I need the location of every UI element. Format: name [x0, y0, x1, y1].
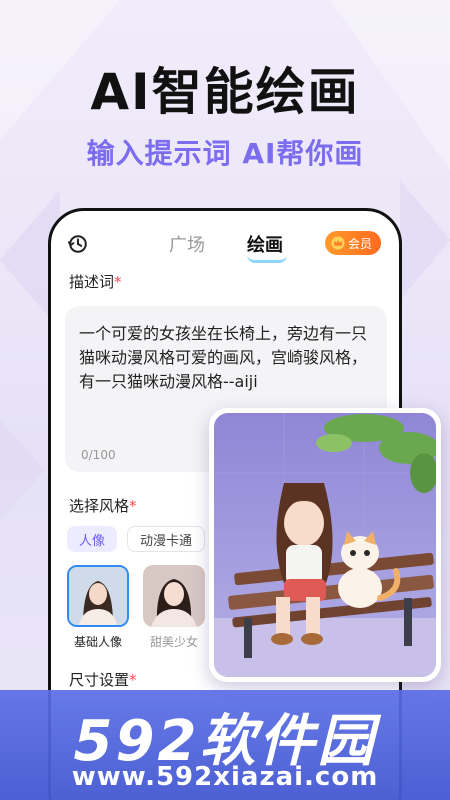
size-section-label: 尺寸设置*	[69, 671, 137, 689]
tab-paint[interactable]: 绘画	[247, 231, 283, 257]
style-preset-basic-portrait[interactable]	[67, 565, 129, 627]
watermark-url: www.592xiazai.com	[71, 762, 379, 792]
char-count: 0/100	[81, 448, 116, 462]
promo-subline: 输入提示词 AI帮你画	[86, 137, 364, 170]
description-label: 描述词*	[69, 273, 122, 291]
preset-label-sweet: 甜美少女	[149, 635, 198, 649]
history-icon[interactable]	[67, 233, 89, 255]
style-section-label: 选择风格*	[69, 497, 137, 515]
app-topbar: 广场 绘画 会员	[51, 229, 399, 263]
prompt-text: 一个可爱的女孩坐在长椅上，旁边有一只猫咪动漫风格可爱的画风，宫崎骏风格，有一只猫…	[79, 324, 368, 391]
crown-icon	[331, 236, 345, 250]
active-tab-indicator	[247, 255, 287, 263]
sweet-girl-thumbnail	[143, 565, 205, 627]
vip-label: 会员	[347, 236, 372, 251]
style-chip-portrait[interactable]: 人像	[67, 526, 118, 552]
preset-label-basic: 基础人像	[73, 635, 122, 649]
style-chip-anime[interactable]: 动漫卡通	[127, 526, 206, 552]
promo-headline: AI智能绘画	[90, 63, 360, 121]
vip-button[interactable]: 会员	[324, 231, 381, 255]
generated-image-card[interactable]	[209, 408, 441, 682]
watermark-banner: 592软件园 www.592xiazai.com	[0, 690, 450, 800]
style-preset-sweet-girl[interactable]	[143, 565, 205, 627]
tab-square[interactable]: 广场	[169, 231, 205, 257]
basic-portrait-thumbnail	[69, 567, 127, 625]
generated-image	[214, 413, 436, 677]
